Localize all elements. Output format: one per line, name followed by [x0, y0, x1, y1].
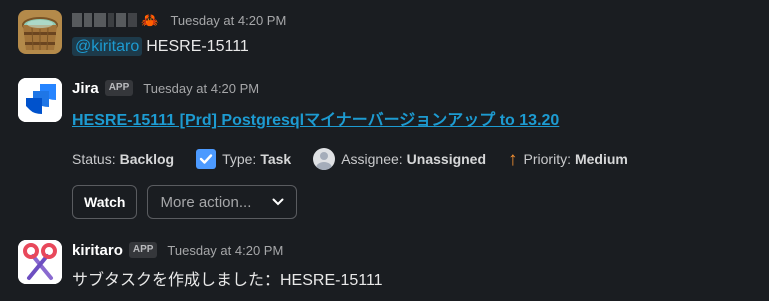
- more-actions-placeholder: More action...: [160, 193, 252, 211]
- timestamp[interactable]: Tuesday at 4:20 PM: [170, 13, 286, 28]
- user-mention[interactable]: @kiritaro: [72, 37, 143, 56]
- jira-logo-icon[interactable]: [18, 78, 62, 122]
- status-value: Backlog: [119, 151, 175, 167]
- message-text: @kiritaro HESRE-15111: [72, 37, 759, 56]
- app-badge: APP: [128, 242, 158, 258]
- watch-button[interactable]: Watch: [72, 185, 138, 219]
- scissors-icon[interactable]: [18, 240, 62, 284]
- assignee-field: Assignee: Unassigned: [313, 148, 486, 170]
- assignee-label: Assignee:: [341, 151, 403, 167]
- app-badge: APP: [104, 80, 134, 96]
- chat-message-list: 🦀 Tuesday at 4:20 PM @kiritaro HESRE-1511…: [0, 0, 769, 301]
- redacted-sender-name[interactable]: [72, 13, 137, 27]
- issue-link[interactable]: HESRE-15111 [Prd] Postgresqlマイナーバージョンアップ…: [72, 106, 759, 130]
- more-actions-select[interactable]: More action...: [147, 185, 298, 219]
- priority-label: Priority:: [523, 151, 571, 167]
- priority-field: ↑ Priority: Medium: [508, 150, 628, 169]
- task-checkbox-icon: [196, 149, 217, 169]
- chevron-down-icon: [272, 195, 284, 209]
- wooden-tub-icon[interactable]: [18, 10, 62, 54]
- sender-name[interactable]: kiritaro: [72, 242, 123, 259]
- timestamp[interactable]: Tuesday at 4:20 PM: [167, 243, 283, 258]
- message-body: サブタスクを作成しました：HESRE-15111: [72, 272, 383, 289]
- status-field: Status: Backlog: [72, 151, 174, 167]
- message-body: HESRE-15111: [146, 38, 249, 55]
- message-header: kiritaro APP Tuesday at 4:20 PM: [72, 240, 759, 260]
- message-header: Jira APP Tuesday at 4:20 PM: [72, 78, 759, 98]
- type-value: Task: [260, 151, 292, 167]
- type-label: Type:: [222, 151, 257, 167]
- user-avatar-icon: [313, 148, 336, 170]
- issue-fields: Status: Backlog Type: Task Assignee: Una…: [72, 148, 759, 170]
- status-label: Status:: [72, 151, 116, 167]
- message-header: 🦀 Tuesday at 4:20 PM: [72, 10, 759, 30]
- crab-emoji: 🦀: [141, 11, 159, 28]
- sender-name[interactable]: Jira: [72, 80, 99, 97]
- type-field: Type: Task: [196, 149, 291, 169]
- assignee-value: Unassigned: [406, 151, 487, 167]
- message-actions: Watch More action...: [72, 185, 759, 219]
- timestamp[interactable]: Tuesday at 4:20 PM: [143, 81, 259, 96]
- arrow-up-icon: ↑: [508, 148, 518, 170]
- priority-value: Medium: [574, 151, 628, 167]
